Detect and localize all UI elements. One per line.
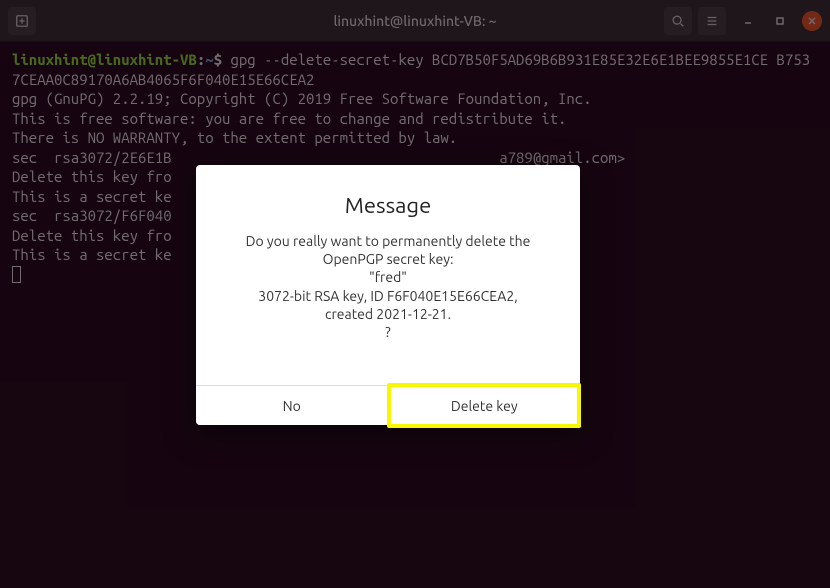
minimize-button[interactable]: [738, 11, 758, 31]
dialog-text-line: OpenPGP secret key:: [220, 250, 556, 268]
minimize-icon: [743, 16, 753, 26]
dialog-text-line: 3072-bit RSA key, ID F6F040E15E66CEA2,: [220, 287, 556, 305]
hamburger-icon: [705, 14, 719, 28]
dialog-actions: No Delete key: [196, 385, 580, 425]
prompt-sep2: $: [214, 51, 231, 68]
terminal-line: gpg (GnuPG) 2.2.19; Copyright (C) 2019 F…: [12, 89, 818, 109]
titlebar-right-group: [664, 7, 822, 35]
terminal-cursor: [12, 266, 21, 283]
titlebar-left-group: [8, 7, 36, 35]
no-button[interactable]: No: [196, 386, 389, 425]
prompt-path: ~: [205, 51, 213, 68]
maximize-button[interactable]: [770, 11, 790, 31]
message-dialog: Message Do you really want to permanentl…: [196, 165, 580, 425]
window-titlebar: linuxhint@linuxhint-VB: ~: [0, 0, 830, 42]
prompt-sep1: :: [197, 51, 205, 68]
delete-key-button[interactable]: Delete key: [389, 386, 581, 425]
dialog-text-line: Do you really want to permanently delete…: [220, 232, 556, 250]
new-tab-icon: [15, 14, 29, 28]
new-tab-button[interactable]: [8, 7, 36, 35]
dialog-title: Message: [196, 165, 580, 232]
close-icon: [807, 16, 817, 26]
terminal-line: There is NO WARRANTY, to the extent perm…: [12, 128, 818, 148]
close-button[interactable]: [802, 11, 822, 31]
menu-button[interactable]: [698, 7, 726, 35]
search-icon: [671, 14, 685, 28]
dialog-text-line: "fred": [220, 268, 556, 286]
dialog-text-line: ?: [220, 323, 556, 341]
search-button[interactable]: [664, 7, 692, 35]
prompt-user-host: linuxhint@linuxhint-VB: [12, 51, 197, 68]
maximize-icon: [775, 16, 785, 26]
terminal-line: This is free software: you are free to c…: [12, 109, 818, 129]
dialog-text-line: created 2021-12-21.: [220, 305, 556, 323]
window-title: linuxhint@linuxhint-VB: ~: [333, 13, 496, 29]
dialog-body: Do you really want to permanently delete…: [196, 232, 580, 385]
